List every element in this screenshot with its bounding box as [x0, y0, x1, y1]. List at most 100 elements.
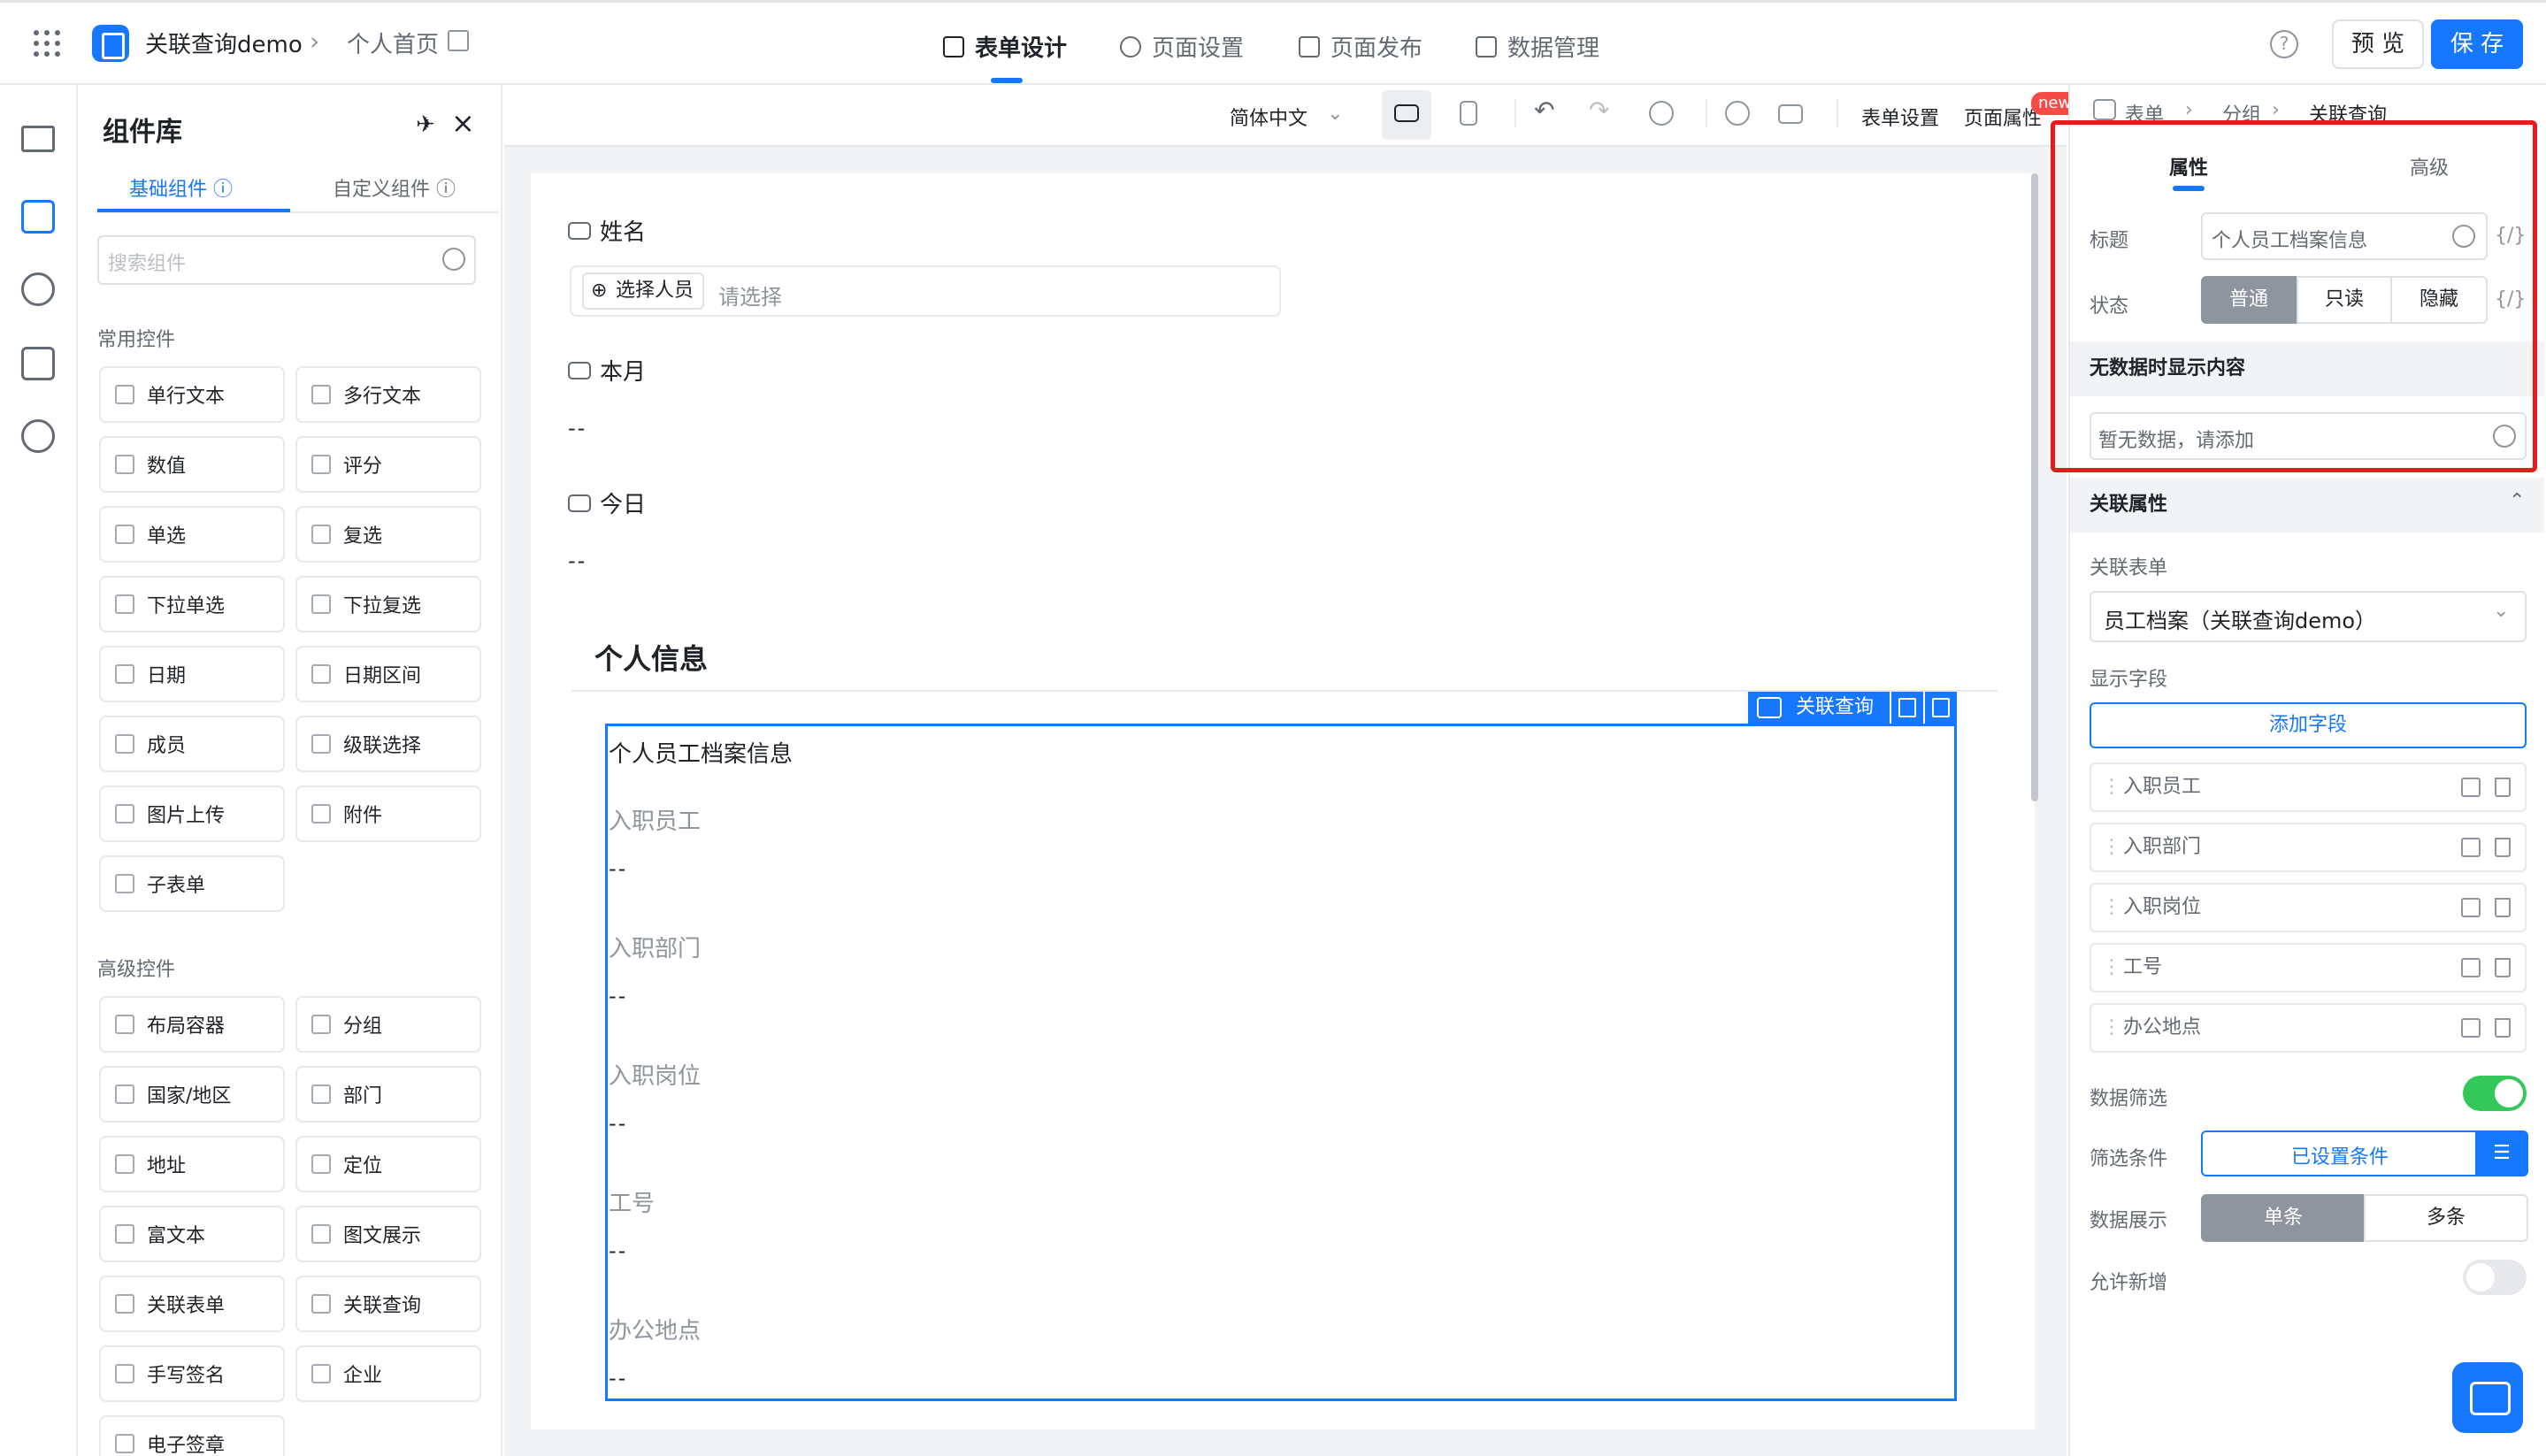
- related-query-component[interactable]: [605, 724, 1957, 1401]
- component-icon: [311, 1084, 331, 1104]
- component-item[interactable]: 日期区间: [295, 646, 481, 702]
- component-item[interactable]: 图片上传: [99, 785, 285, 842]
- language-select[interactable]: 简体中文: [1230, 103, 1308, 131]
- relation-section[interactable]: 关联属性: [2070, 478, 2544, 533]
- component-item[interactable]: 级联选择: [295, 716, 481, 772]
- filter-toggle[interactable]: [2463, 1076, 2527, 1111]
- group-title[interactable]: 个人信息: [594, 637, 708, 678]
- edit-icon[interactable]: [2461, 838, 2481, 857]
- component-item[interactable]: 日期: [99, 646, 285, 702]
- page-props-button[interactable]: 页面属性: [1964, 103, 2042, 131]
- pin-icon[interactable]: ✈: [416, 111, 435, 138]
- component-item[interactable]: 子表单: [99, 855, 285, 912]
- component-item[interactable]: 复选: [295, 506, 481, 563]
- trash-icon[interactable]: [2495, 958, 2511, 977]
- component-item[interactable]: 下拉单选: [99, 576, 285, 632]
- tab-custom-components[interactable]: 自定义组件 ⓘ: [333, 173, 456, 202]
- tab-data-management[interactable]: 数据管理: [1476, 30, 1599, 63]
- component-item[interactable]: 关联表单: [99, 1276, 285, 1332]
- component-item[interactable]: 电子签章: [99, 1415, 285, 1456]
- close-icon[interactable]: ×: [451, 106, 475, 140]
- component-item[interactable]: 多行文本: [295, 366, 481, 423]
- form-settings-button[interactable]: 表单设置: [1861, 103, 1939, 131]
- link-icon: [568, 361, 591, 379]
- mobile-icon[interactable]: [1460, 101, 1477, 126]
- component-item[interactable]: 分组: [295, 996, 481, 1053]
- canvas-scrollbar[interactable]: [2031, 173, 2038, 801]
- edit-icon[interactable]: [2461, 958, 2481, 977]
- page-name[interactable]: 个人首页: [347, 27, 439, 59]
- search-icon[interactable]: [442, 248, 465, 271]
- component-label: 分组: [343, 1015, 383, 1038]
- component-item[interactable]: 数值: [99, 436, 285, 493]
- component-item[interactable]: 成员: [99, 716, 285, 772]
- save-button[interactable]: 保 存: [2431, 19, 2523, 69]
- component-item[interactable]: 地址: [99, 1136, 285, 1192]
- redo-icon[interactable]: ↷: [1589, 96, 1609, 125]
- apps-grid-icon[interactable]: [34, 30, 60, 57]
- edit-icon[interactable]: [448, 30, 469, 51]
- component-icon: [115, 1364, 134, 1383]
- filter-settings-icon[interactable]: ☰: [2475, 1130, 2528, 1176]
- globe-icon[interactable]: [21, 419, 55, 453]
- outline-icon[interactable]: [21, 126, 55, 152]
- component-item[interactable]: 单选: [99, 506, 285, 563]
- component-item[interactable]: 下拉复选: [295, 576, 481, 632]
- select-member-button[interactable]: 选择人员: [582, 272, 704, 310]
- component-label: 下拉单选: [147, 595, 226, 617]
- field-month-label[interactable]: 本月: [568, 354, 646, 387]
- component-item[interactable]: 附件: [295, 785, 481, 842]
- trash-icon[interactable]: [2495, 1018, 2511, 1038]
- component-item[interactable]: 企业: [295, 1345, 481, 1402]
- edit-icon[interactable]: [2461, 778, 2481, 797]
- delete-button[interactable]: [1925, 692, 1957, 724]
- field-name-label[interactable]: 姓名: [568, 214, 646, 247]
- preview-button[interactable]: 预 览: [2332, 19, 2424, 69]
- components-icon[interactable]: [21, 200, 55, 234]
- app-title[interactable]: 关联查询demo: [145, 27, 303, 59]
- chevron-down-icon: ⌄: [2493, 600, 2510, 622]
- highlight-box: [2051, 120, 2537, 472]
- trash-icon[interactable]: [2495, 898, 2511, 917]
- condition-label: 筛选条件: [2090, 1148, 2168, 1170]
- common-controls-title: 常用控件: [97, 329, 176, 351]
- history-icon[interactable]: [1649, 101, 1674, 126]
- component-item[interactable]: 部门: [295, 1066, 481, 1123]
- component-item[interactable]: 手写签名: [99, 1345, 285, 1402]
- undo-icon[interactable]: ↶: [1534, 96, 1554, 125]
- chevron-up-icon[interactable]: ⌃: [2509, 490, 2525, 512]
- tab-page-settings[interactable]: 页面设置: [1120, 30, 1244, 63]
- condition-value: 已设置条件: [2291, 1146, 2389, 1169]
- allow-add-toggle[interactable]: [2463, 1260, 2527, 1295]
- help-icon[interactable]: ?: [2270, 30, 2298, 58]
- trash-icon[interactable]: [2495, 838, 2511, 857]
- trash-icon[interactable]: [2495, 778, 2511, 797]
- add-field-button[interactable]: 添加字段: [2090, 702, 2527, 748]
- edit-icon[interactable]: [2461, 898, 2481, 917]
- component-item[interactable]: 关联查询: [295, 1276, 481, 1332]
- component-label: 富文本: [147, 1225, 206, 1247]
- field-today-label[interactable]: 今日: [568, 487, 646, 519]
- keyboard-icon[interactable]: [1778, 104, 1803, 124]
- component-item[interactable]: 单行文本: [99, 366, 285, 423]
- app-logo: [92, 25, 129, 62]
- tab-page-publish[interactable]: 页面发布: [1299, 30, 1423, 63]
- query-field-value: --: [609, 984, 628, 1008]
- component-item[interactable]: 定位: [295, 1136, 481, 1192]
- component-item[interactable]: 布局容器: [99, 996, 285, 1053]
- component-item[interactable]: 国家/地区: [99, 1066, 285, 1123]
- copy-button[interactable]: [1891, 692, 1923, 724]
- database-icon[interactable]: [21, 272, 55, 306]
- component-item[interactable]: 图文展示: [295, 1206, 481, 1262]
- display-single[interactable]: 单条: [2201, 1194, 2366, 1242]
- js-icon[interactable]: [21, 347, 55, 380]
- component-item[interactable]: 富文本: [99, 1206, 285, 1262]
- component-item[interactable]: 评分: [295, 436, 481, 493]
- tab-basic-components[interactable]: 基础组件 ⓘ: [129, 173, 233, 202]
- display-multiple[interactable]: 多条: [2364, 1194, 2528, 1242]
- search-icon[interactable]: [1725, 101, 1750, 126]
- chat-support-button[interactable]: [2452, 1362, 2523, 1433]
- query-field-value: --: [609, 1238, 628, 1263]
- edit-icon[interactable]: [2461, 1018, 2481, 1038]
- tab-form-design[interactable]: 表单设计: [943, 30, 1067, 63]
